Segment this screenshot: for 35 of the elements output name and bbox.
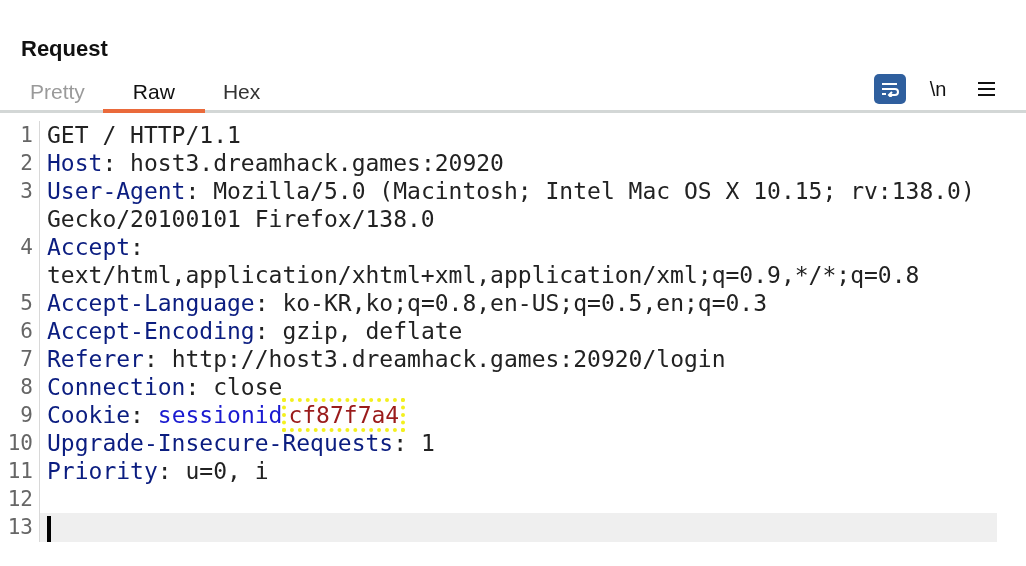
line-number: 13 (6, 514, 34, 541)
line-number: 3 (19, 178, 34, 205)
newline-toggle[interactable]: \n (922, 74, 954, 104)
view-tab[interactable]: Raw (102, 75, 205, 113)
code-line: Priority: u=0, i (46, 457, 270, 485)
panel-title: Request (20, 35, 109, 63)
line-number: 5 (19, 290, 34, 317)
view-tab[interactable]: Hex (204, 75, 279, 113)
line-number: 9 (19, 402, 34, 429)
word-wrap-button[interactable] (874, 74, 906, 104)
code-line: Referer: http://host3.dreamhack.games:20920/login (46, 345, 727, 373)
code-line: GET / HTTP/1.1 (46, 121, 242, 149)
line-number: 6 (19, 318, 34, 345)
code-line: Accept-Language: ko-KR,ko;q=0.8,en-US;q=0.5,en;q=0.3 (46, 289, 769, 317)
code-line: Host: host3.dreamhack.games:20920 (46, 149, 505, 177)
code-line: Accept-Encoding: gzip, deflate (46, 317, 464, 345)
wrap-icon (880, 81, 900, 97)
line-number: 12 (6, 486, 34, 513)
code-line: Connection: close (46, 373, 284, 401)
header-name: Cookie (47, 402, 131, 428)
code-line: Accept: text/html,application/xhtml+xml,application/xml;q=0.9,*/*;q=0.8 (46, 233, 921, 289)
line-number: 2 (19, 150, 34, 177)
header-value: : (130, 402, 145, 428)
line-number: 11 (6, 458, 34, 485)
line-number: 7 (19, 346, 34, 373)
line-number: 1 (19, 122, 34, 149)
menu-icon (977, 82, 995, 96)
text-cursor (47, 515, 51, 542)
line-number: 10 (6, 430, 34, 457)
cookie-value: cf87f7a4 (282, 398, 406, 432)
cookie-name: sessionid (157, 402, 283, 428)
line-number: 8 (19, 374, 34, 401)
code-line: Upgrade-Insecure-Requests: 1 (46, 429, 436, 457)
line-number: 4 (19, 234, 34, 261)
code-line: User-Agent: Mozilla/5.0 (Macintosh; Intel Mac OS X 10.15; rv:138.0) Gecko/20100101 Firefox/138.0 (46, 177, 976, 233)
